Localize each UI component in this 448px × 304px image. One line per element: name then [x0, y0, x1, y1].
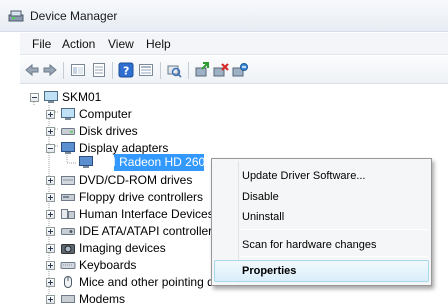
hid-icon [61, 209, 75, 219]
tree-item-ide[interactable]: IDE ATA/ATAPI controllers [46, 223, 219, 240]
tree-item-label: DVD/CD-ROM drives [79, 173, 193, 187]
tree-item-modems[interactable]: Modems [46, 291, 216, 304]
forward-icon[interactable] [42, 62, 58, 78]
expand-icon[interactable] [46, 244, 55, 253]
scan-icon[interactable] [166, 62, 182, 78]
title-bar: Device Manager [0, 0, 448, 32]
computer-icon [44, 91, 58, 103]
display-adapter-icon [61, 142, 75, 154]
device-manager-window: Device Manager File Action View Help ? S… [0, 0, 448, 304]
toolbar-separator [188, 62, 189, 79]
menu-action[interactable]: Action [62, 37, 95, 51]
tree-item-ati-radeon[interactable]: ATI Radeon HD 2600 XT [78, 154, 231, 171]
floppy-controller-icon [61, 194, 75, 201]
menu-item-scan[interactable]: Scan for hardware changes [242, 239, 377, 251]
tree-item-label: Human Interface Devices [79, 207, 214, 221]
tree-root[interactable]: SKM01 [30, 89, 101, 106]
tree-item-floppy[interactable]: Floppy drive controllers [46, 189, 216, 206]
update-driver-icon[interactable] [194, 62, 210, 78]
device-manager-icon [8, 10, 24, 22]
optical-drive-icon [61, 176, 75, 185]
menu-bar: File Action View Help [20, 33, 448, 55]
uninstall-icon[interactable] [213, 62, 229, 78]
disable-icon[interactable] [232, 62, 248, 78]
tree-item-label: Imaging devices [79, 241, 166, 255]
tree-item-label: Computer [79, 107, 132, 121]
tree-item-dvd-cdrom[interactable]: DVD/CD-ROM drives [46, 172, 216, 189]
menu-separator [240, 256, 428, 257]
expand-icon[interactable] [46, 176, 55, 185]
context-menu: Update Driver Software... Disable Uninst… [211, 158, 432, 286]
tree-item-label: Disk drives [79, 124, 138, 138]
expand-icon[interactable] [46, 110, 55, 119]
modem-icon [61, 295, 75, 303]
expand-icon[interactable] [46, 278, 55, 287]
toolbar: ? [20, 56, 448, 84]
menu-item-uninstall[interactable]: Uninstall [242, 211, 284, 223]
imaging-device-icon [61, 244, 75, 254]
view-icon[interactable] [70, 62, 86, 78]
menu-separator [240, 229, 428, 230]
expand-icon[interactable] [46, 210, 55, 219]
tree-item-mice[interactable]: Mice and other pointing de [46, 274, 220, 291]
tree-item-label: Floppy drive controllers [79, 190, 204, 204]
menu-item-update-driver[interactable]: Update Driver Software... [242, 170, 366, 182]
tree-item-computer[interactable]: Computer [46, 106, 166, 123]
display-adapter-icon [79, 156, 93, 168]
help-icon[interactable]: ? [118, 62, 134, 78]
tree-item-imaging[interactable]: Imaging devices [46, 240, 216, 257]
tree-item-label: Modems [79, 292, 126, 304]
expand-icon[interactable] [46, 227, 55, 236]
tree-root-label: SKM01 [62, 90, 102, 104]
menu-help[interactable]: Help [146, 37, 171, 51]
tree-item-label: IDE ATA/ATAPI controllers [79, 224, 219, 238]
toolbar-separator [112, 62, 113, 79]
menu-view[interactable]: View [108, 37, 134, 51]
toolbar-separator [63, 62, 64, 79]
ide-controller-icon [61, 228, 75, 235]
left-margin [0, 33, 20, 304]
tree-item-hid[interactable]: Human Interface Devices [46, 206, 216, 223]
collapse-icon[interactable] [30, 93, 39, 102]
tree-item-label: Keyboards [79, 258, 137, 272]
expand-icon[interactable] [46, 127, 55, 136]
menu-item-disable[interactable]: Disable [242, 191, 279, 203]
expand-icon[interactable] [46, 295, 55, 304]
keyboard-icon [60, 262, 76, 269]
menu-file[interactable]: File [32, 37, 51, 51]
disk-drive-icon [61, 128, 75, 135]
toolbar-separator [160, 62, 161, 79]
expand-icon[interactable] [46, 193, 55, 202]
computer-icon [61, 108, 75, 120]
mouse-icon [64, 276, 72, 288]
collapse-icon[interactable] [46, 144, 55, 153]
window-title: Device Manager [30, 9, 118, 23]
tree-item-label: Display adapters [79, 141, 169, 155]
svg-text:?: ? [123, 65, 129, 78]
menu-item-properties[interactable]: Properties [242, 265, 296, 277]
tree-item-keyboards[interactable]: Keyboards [46, 257, 216, 274]
tree-item-label: Mice and other pointing de [79, 275, 221, 289]
back-icon[interactable] [24, 62, 40, 78]
expand-icon[interactable] [46, 261, 55, 270]
details-icon[interactable] [138, 62, 154, 78]
properties-icon[interactable] [91, 62, 107, 78]
tree-item-disk-drives[interactable]: Disk drives [46, 123, 166, 140]
